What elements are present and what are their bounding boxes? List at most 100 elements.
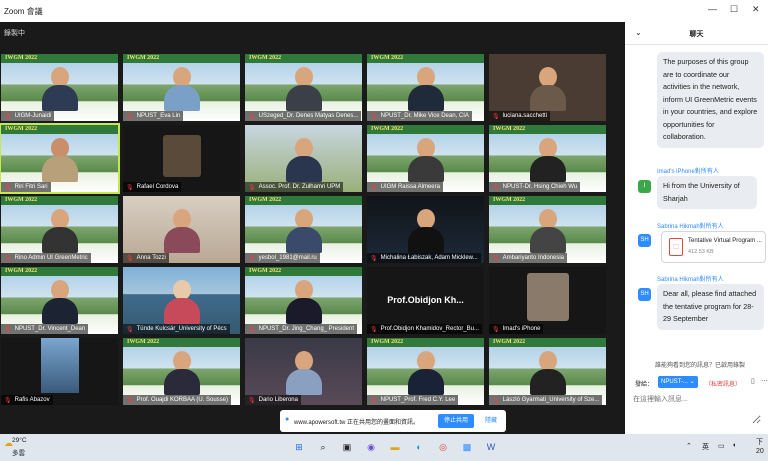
mic-muted-icon: 🎙	[126, 397, 134, 404]
participant-tile[interactable]: 🎙 Michalina Łabiszak, Adam Micklew...	[367, 196, 484, 263]
avatar: I	[638, 180, 651, 193]
participant-tile[interactable]: IWGM 2022 🎙 Rino Admin UI GreenMetric	[1, 196, 118, 263]
clock-time[interactable]: 下	[756, 437, 763, 447]
file-icon[interactable]: ▯	[751, 377, 755, 385]
search-icon[interactable]: ⌕	[316, 440, 330, 454]
chat-message: Hi from the University of Sharjah	[657, 176, 757, 209]
stop-share-button[interactable]: 停止共用	[438, 414, 474, 428]
recording-indicator: 錄製中	[0, 22, 625, 42]
participant-tile[interactable]: IWGM 2022 🎙 NPUST_Prof. Fred C.Y. Lee	[367, 338, 484, 405]
mic-muted-icon: 🎙	[492, 113, 500, 120]
participant-tile[interactable]: IWGM 2022 🎙 USzeged_Dr. Denes Matyas Dene…	[245, 54, 362, 121]
participant-video	[529, 209, 566, 253]
clock-date[interactable]: 20	[756, 448, 764, 455]
participant-name: NPUST_Prof. Fred C.Y. Lee	[380, 397, 456, 403]
participant-video	[407, 209, 444, 253]
participant-tile[interactable]: IWGM 2022 🎙 NPUST_Dr. Mike Vice Dean, CIA	[367, 54, 484, 121]
volume-icon[interactable]: ◖	[732, 442, 736, 449]
participant-tile-active-speaker[interactable]: IWGM 2022 🎙 Riri Fitri Sari	[0, 123, 120, 194]
title-bar: Zoom 會議 — ☐ ✕	[0, 0, 768, 22]
event-banner: IWGM 2022	[367, 54, 484, 63]
private-message-label: （私密訊息）	[705, 382, 742, 388]
chat-panel: ⌄ 聊天 The purposes of this group are to c…	[625, 22, 768, 434]
participant-video	[407, 138, 444, 182]
recipient-select[interactable]: NPUST-... ⌄	[658, 376, 698, 388]
more-icon[interactable]: ⋯	[761, 377, 768, 385]
participant-tile[interactable]: Prof.Obidjon Kh... 🎙 Prof.Obidjon Khamido…	[367, 267, 484, 334]
participant-video	[41, 138, 78, 182]
gallery-view: IWGM 2022 🎙 UIGM-Junaidi IWGM 2022 🎙 NPUST…	[0, 50, 620, 408]
participant-name: NPUST_Dr. Vincent_Dean	[14, 326, 86, 332]
mic-muted-icon: 🎙	[126, 184, 134, 191]
mic-muted-icon: 🎙	[492, 184, 500, 191]
participant-tile[interactable]: IWGM 2022 🎙 NPUST-Dr. Hsing Chieh Wu	[489, 125, 606, 192]
participant-tile[interactable]: IWGM 2022 🎙 Ambariyanto Indonesia	[489, 196, 606, 263]
participant-tile[interactable]: IWGM 2022 🎙 yesbol_1981@mail.ru	[245, 196, 362, 263]
event-banner: IWGM 2022	[1, 196, 118, 205]
participant-name: Ambariyanto Indonesia	[502, 255, 564, 261]
participant-name: Michalina Łabiszak, Adam Micklew...	[380, 255, 478, 261]
ime-indicator[interactable]: 英	[702, 442, 709, 452]
chat-sender: Sabrina Hikmah對所有人	[657, 224, 724, 230]
mic-muted-icon: 🎙	[248, 113, 256, 120]
chat-app-icon[interactable]: ◉	[364, 440, 378, 454]
event-banner: IWGM 2022	[489, 196, 606, 205]
windows-start-icon[interactable]: ⊞	[292, 440, 306, 454]
pdf-file-icon: ⬚	[669, 238, 683, 256]
participant-tile[interactable]: IWGM 2022 🎙 UIGM Raissa Almeera	[367, 125, 484, 192]
chevron-up-icon[interactable]: ⌃	[686, 442, 692, 450]
hide-button[interactable]: 隱藏	[480, 414, 502, 428]
participant-tile[interactable]: 🎙 Imad's iPhone	[489, 267, 606, 334]
event-banner: IWGM 2022	[1, 125, 118, 134]
participant-video	[285, 209, 322, 253]
mic-muted-icon: 🎙	[370, 113, 378, 120]
event-banner: IWGM 2022	[245, 54, 362, 63]
participant-name: Rafael Cordova	[136, 184, 179, 190]
participant-tile[interactable]: IWGM 2022 🎙 László Gyarmati_University of…	[489, 338, 606, 405]
zoom-app-icon[interactable]: ▩	[460, 440, 474, 454]
participant-tile[interactable]: 🎙 Dario Liberona	[245, 338, 362, 405]
participant-name: UIGM Raissa Almeera	[380, 184, 440, 190]
task-view-icon[interactable]: ▣	[340, 440, 354, 454]
participant-tile[interactable]: IWGM 2022 🎙 NPUST_Dr. Vincent_Dean	[1, 267, 118, 334]
chrome-browser-icon[interactable]: ◎	[436, 440, 450, 454]
participant-video	[285, 67, 322, 111]
file-attachment[interactable]: ⬚ Tentative Virtual Program ... 412.53 K…	[661, 231, 766, 263]
screen-share-bar: ● www.apowersoft.tw 正在共用您的畫面和資訊。 停止共用 隱藏	[280, 410, 506, 432]
chat-input[interactable]	[633, 394, 761, 424]
file-explorer-icon[interactable]: ▬	[388, 440, 402, 454]
participant-video	[41, 67, 78, 111]
participant-name: Dario Liberona	[258, 397, 298, 403]
event-banner: IWGM 2022	[245, 196, 362, 205]
minimize-button[interactable]: —	[708, 4, 717, 14]
network-icon[interactable]: ▭	[718, 442, 725, 450]
mic-muted-icon: 🎙	[492, 326, 500, 333]
participant-tile[interactable]: 🎙 Rafael Cordova	[123, 125, 240, 192]
maximize-button[interactable]: ☐	[730, 4, 738, 15]
mic-muted-icon: 🎙	[248, 397, 256, 404]
event-banner: IWGM 2022	[367, 338, 484, 347]
participant-tile[interactable]: IWGM 2022 🎙 NPUST_Dr. Jing_Chang_ Preside…	[245, 267, 362, 334]
participant-video	[285, 351, 322, 395]
word-app-icon[interactable]: W	[484, 440, 498, 454]
message-visibility-notice[interactable]: 誰能夠看到您的訊息？已啟用錄製	[655, 360, 745, 369]
participant-tile[interactable]: 🎙 Assoc. Prof. Dr. Zulhamri UPM	[245, 125, 362, 192]
participant-tile[interactable]: 🎙 Anna Tozzi	[123, 196, 240, 263]
event-banner: IWGM 2022	[123, 54, 240, 63]
weather-temperature[interactable]: 29°C	[12, 437, 27, 444]
event-banner: IWGM 2022	[489, 338, 606, 347]
recording-label: 錄製中	[4, 30, 25, 37]
participant-tile[interactable]: IWGM 2022 🎙 UIGM-Junaidi	[1, 54, 118, 121]
participant-tile[interactable]: IWGM 2022 🎙 NPUST_Eva Lin	[123, 54, 240, 121]
participant-tile[interactable]: 🎙 luciana.sacchetti	[489, 54, 606, 121]
participant-tile[interactable]: IWGM 2022 🎙 Prof. Ouajdi KORBAA (U. Souss…	[123, 338, 240, 405]
screen-share-notice: www.apowersoft.tw 正在共用您的畫面和資訊。	[294, 420, 420, 426]
participant-tile[interactable]: 🎙 Tünde Kulcsár_University of Pécs	[123, 267, 240, 334]
close-button[interactable]: ✕	[752, 4, 760, 15]
window-title: Zoom 會議	[4, 7, 43, 16]
edge-browser-icon[interactable]: ◐	[412, 440, 426, 454]
avatar: SH	[638, 234, 651, 247]
file-size: 412.53 KB	[688, 249, 714, 255]
mic-muted-icon: 🎙	[4, 397, 12, 404]
participant-tile[interactable]: 🎙 Rafis Abazov	[1, 338, 118, 405]
